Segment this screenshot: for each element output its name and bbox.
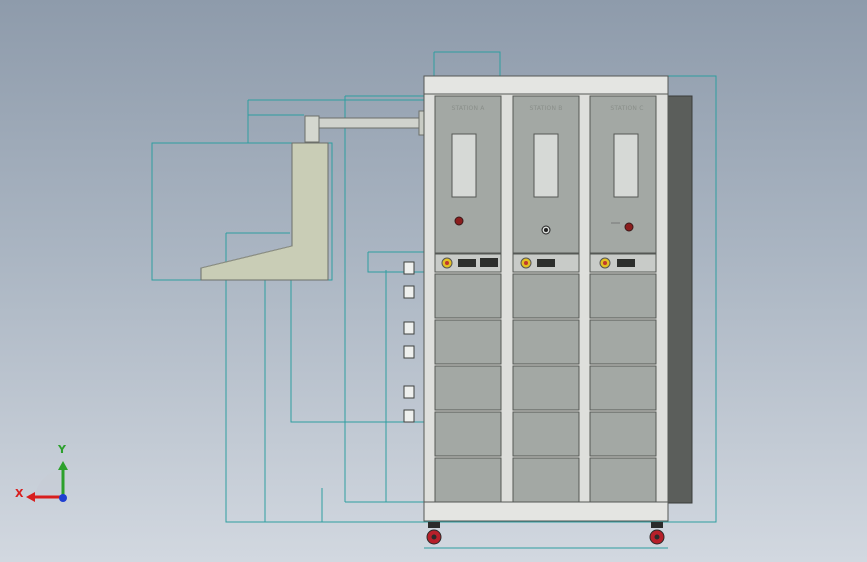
emergency-stop-icon[interactable]	[454, 216, 464, 226]
axis-label-x: X	[15, 487, 24, 500]
station-label-b: STATION B	[529, 105, 563, 112]
caster-right	[649, 522, 665, 545]
display-readout	[537, 259, 555, 267]
cabinet-side-panel	[667, 95, 693, 504]
door-hinges	[403, 261, 415, 423]
station-label-a: STATION A	[451, 105, 485, 112]
station-column-c[interactable]	[589, 95, 657, 503]
operator-console-arm[interactable]	[200, 110, 426, 281]
display-readout	[458, 259, 476, 267]
cad-drawing-view[interactable]	[0, 0, 867, 562]
station-label-c: STATION C	[610, 105, 644, 112]
display-readout	[480, 258, 498, 267]
station-column-b[interactable]	[512, 95, 580, 503]
emergency-stop-icon[interactable]	[624, 222, 634, 232]
display-readout	[617, 259, 635, 267]
caster-left	[426, 522, 442, 545]
axis-label-y: Y	[58, 443, 66, 456]
viewing-window	[533, 133, 559, 198]
viewing-window	[613, 133, 639, 198]
station-column-a[interactable]	[434, 95, 502, 503]
viewing-window	[451, 133, 477, 198]
coordinate-triad-icon	[26, 461, 68, 502]
